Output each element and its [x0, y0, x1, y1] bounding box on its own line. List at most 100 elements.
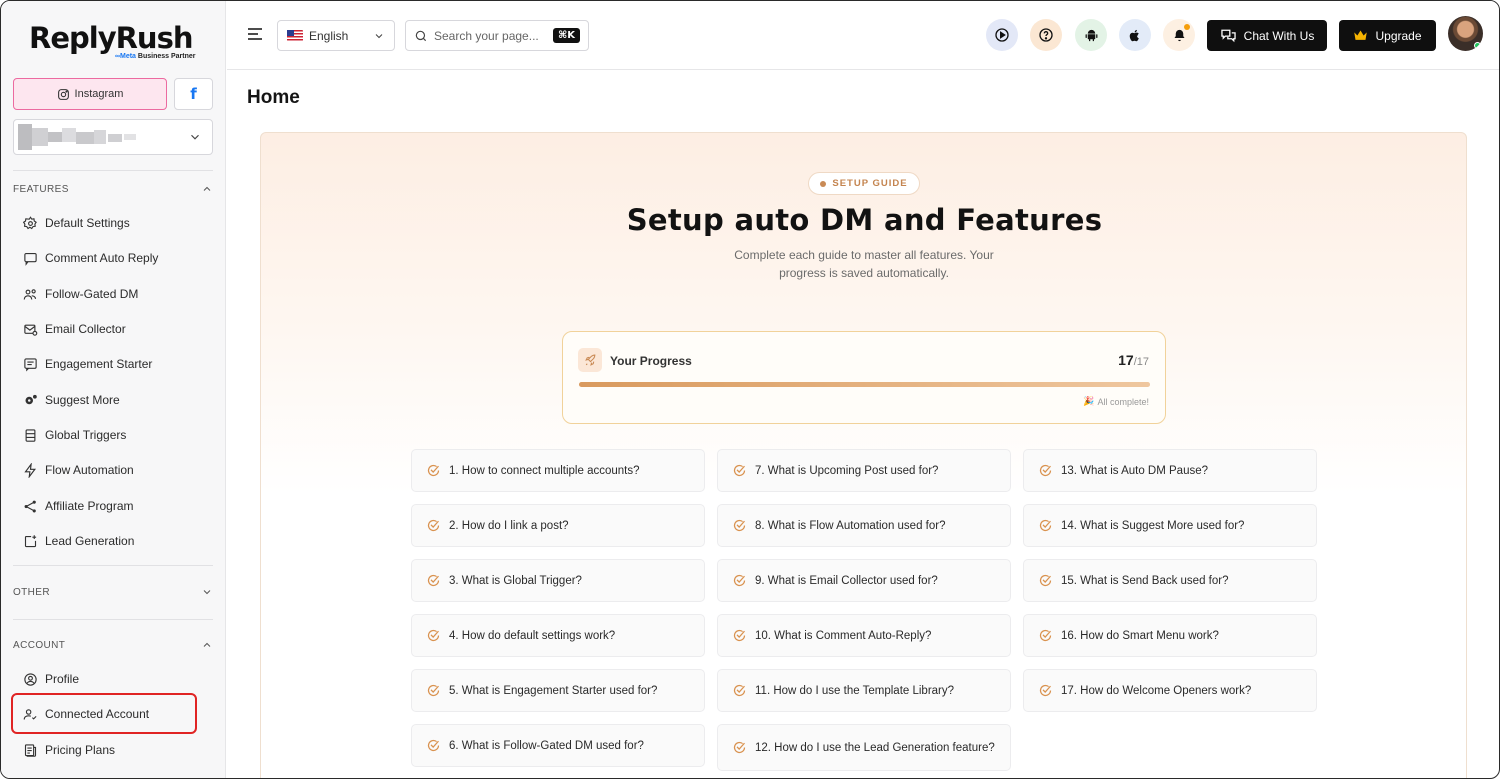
check-circle-icon [427, 684, 440, 697]
play-icon [995, 28, 1009, 42]
guide-item[interactable]: 5. What is Engagement Starter used for? [411, 669, 705, 712]
section-other[interactable]: OTHER [13, 585, 213, 599]
video-tutorial-button[interactable] [986, 19, 1018, 51]
chevron-down-icon [191, 134, 199, 140]
notifications-button[interactable] [1163, 19, 1195, 51]
guide-item[interactable]: 16. How do Smart Menu work? [1023, 614, 1317, 657]
guide-item-label: 3. What is Global Trigger? [449, 574, 582, 587]
guide-item[interactable]: 17. How do Welcome Openers work? [1023, 669, 1317, 712]
guide-item-label: 10. What is Comment Auto-Reply? [755, 629, 932, 642]
upgrade-label: Upgrade [1375, 28, 1422, 43]
check-circle-icon [1039, 464, 1052, 477]
sidebar-item-suggest-more[interactable]: Suggest More [23, 389, 203, 411]
chat-with-us-button[interactable]: Chat With Us [1207, 20, 1327, 51]
sidebar-item-global-triggers[interactable]: Global Triggers [23, 424, 203, 446]
check-circle-icon [427, 739, 440, 752]
app-window: ReplyRush ∞Meta Business Partner Instagr… [0, 0, 1500, 779]
badge-dot [820, 180, 827, 187]
comment-icon [24, 252, 37, 266]
user-avatar[interactable] [1448, 16, 1483, 51]
guide-item[interactable]: 4. How do default settings work? [411, 614, 705, 657]
divider [13, 170, 213, 171]
instagram-tab[interactable]: Instagram [13, 78, 167, 110]
sidebar: ReplyRush ∞Meta Business Partner Instagr… [1, 1, 226, 778]
guide-item[interactable]: 14. What is Suggest More used for? [1023, 504, 1317, 547]
sidebar-item-lead-generation[interactable]: Lead Generation [23, 530, 203, 552]
guide-item[interactable]: 1. How to connect multiple accounts? [411, 449, 705, 492]
sidebar-item-profile[interactable]: Profile [23, 668, 203, 690]
upgrade-button[interactable]: Upgrade [1339, 20, 1436, 51]
section-features[interactable]: FEATURES [13, 182, 213, 196]
sidebar-item-pricing-plans[interactable]: Pricing Plans [23, 739, 203, 761]
section-account[interactable]: ACCOUNT [13, 638, 213, 652]
chat-bubble-icon [24, 357, 37, 371]
brand-logo[interactable]: ReplyRush ∞Meta Business Partner [29, 21, 195, 60]
progress-card: Your Progress 17/17 🎉 All complete! [562, 331, 1166, 424]
language-selector[interactable]: English [277, 20, 395, 51]
guide-item[interactable]: 10. What is Comment Auto-Reply? [717, 614, 1011, 657]
chevron-up-icon [203, 642, 211, 647]
share-icon [24, 500, 36, 512]
sidebar-item-label: Email Collector [45, 322, 126, 336]
account-selector[interactable] [13, 119, 213, 155]
facebook-tab[interactable]: f [174, 78, 213, 110]
guide-item[interactable]: 11. How do I use the Template Library? [717, 669, 1011, 712]
guide-item[interactable]: 7. What is Upcoming Post used for? [717, 449, 1011, 492]
search-box[interactable]: Search your page... ⌘K [405, 20, 589, 51]
search-placeholder: Search your page... [434, 28, 539, 43]
guide-item-label: 6. What is Follow-Gated DM used for? [449, 739, 644, 752]
sidebar-item-comment-auto-reply[interactable]: Comment Auto Reply [23, 247, 203, 269]
guide-item[interactable]: 9. What is Email Collector used for? [717, 559, 1011, 602]
guide-item-label: 13. What is Auto DM Pause? [1061, 464, 1209, 477]
cog-icon [25, 394, 37, 404]
guide-item[interactable]: 8. What is Flow Automation used for? [717, 504, 1011, 547]
guide-item[interactable]: 15. What is Send Back used for? [1023, 559, 1317, 602]
sidebar-item-engagement-starter[interactable]: Engagement Starter [23, 353, 203, 375]
check-circle-icon [427, 464, 440, 477]
sidebar-item-affiliate-program[interactable]: Affiliate Program [23, 495, 203, 517]
sidebar-item-label: Affiliate Program [45, 499, 134, 513]
guide-item[interactable]: 3. What is Global Trigger? [411, 559, 705, 602]
badge-label: SETUP GUIDE [832, 178, 908, 189]
android-app-button[interactable] [1075, 19, 1107, 51]
help-button[interactable] [1030, 19, 1062, 51]
guide-item[interactable]: 12. How do I use the Lead Generation fea… [717, 724, 1011, 771]
sidebar-item-label: Default Settings [45, 216, 130, 230]
sidebar-item-default-settings[interactable]: Default Settings [23, 212, 203, 234]
guide-item[interactable]: 13. What is Auto DM Pause? [1023, 449, 1317, 492]
guide-item-label: 15. What is Send Back used for? [1061, 574, 1229, 587]
email-icon [24, 324, 38, 336]
guide-item-label: 8. What is Flow Automation used for? [755, 519, 946, 532]
guide-item-label: 9. What is Email Collector used for? [755, 574, 938, 587]
sidebar-item-label: Profile [45, 672, 80, 686]
lightning-icon [24, 462, 36, 478]
guide-item-label: 2. How do I link a post? [449, 519, 569, 532]
instagram-tab-label: Instagram [74, 88, 124, 100]
guide-item-label: 11. How do I use the Template Library? [755, 684, 955, 697]
us-flag-icon [287, 30, 303, 41]
sidebar-item-flow-automation[interactable]: Flow Automation [23, 459, 203, 481]
guide-item-label: 14. What is Suggest More used for? [1061, 519, 1245, 532]
progress-count: 17/17 [1118, 352, 1149, 368]
sidebar-item-follow-gated-dm[interactable]: Follow-Gated DM [23, 283, 203, 305]
check-circle-icon [733, 464, 746, 477]
rocket-icon [578, 348, 602, 372]
menu-toggle-button[interactable] [247, 27, 263, 46]
search-icon [415, 30, 427, 41]
guide-item-label: 16. How do Smart Menu work? [1061, 629, 1219, 642]
progress-bar-fill [579, 382, 1150, 387]
check-circle-icon [1039, 519, 1052, 532]
ios-app-button[interactable] [1119, 19, 1151, 51]
setup-guide-card: SETUP GUIDE Setup auto DM and Features C… [260, 132, 1467, 778]
party-icon: 🎉 [1083, 396, 1095, 406]
section-other-label: OTHER [13, 586, 50, 598]
guide-item[interactable]: 2. How do I link a post? [411, 504, 705, 547]
check-circle-icon [733, 519, 746, 532]
sidebar-item-email-collector[interactable]: Email Collector [23, 318, 203, 340]
guide-item[interactable]: 6. What is Follow-Gated DM used for? [411, 724, 705, 767]
sidebar-item-label: Flow Automation [45, 463, 134, 477]
gear-icon [23, 215, 37, 229]
sidebar-item-label: Pricing Plans [45, 743, 116, 757]
sidebar-item-label: Follow-Gated DM [45, 287, 139, 301]
notification-dot [1184, 24, 1190, 30]
